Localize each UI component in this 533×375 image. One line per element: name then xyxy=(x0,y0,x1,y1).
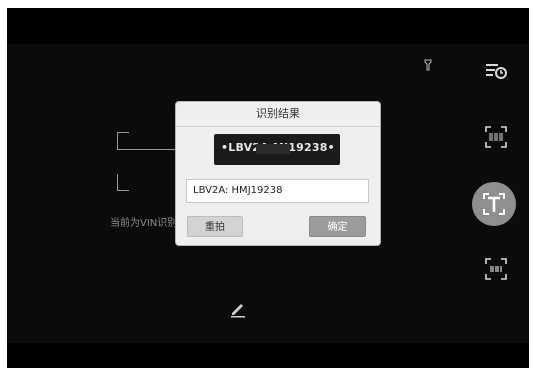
pencil-icon[interactable] xyxy=(229,300,247,318)
viewfinder-corner xyxy=(117,190,129,191)
viewfinder-corner xyxy=(117,174,118,190)
confirm-button[interactable]: 确定 xyxy=(309,216,366,237)
plate-redaction xyxy=(256,144,290,154)
flashlight-icon[interactable] xyxy=(422,59,434,71)
text-recognition-icon[interactable] xyxy=(470,180,518,228)
scan-mode-hint: 当前为VIN识别 xyxy=(110,218,178,229)
viewfinder-corner xyxy=(117,132,118,149)
status-bar xyxy=(7,8,529,44)
history-icon[interactable] xyxy=(483,58,509,84)
navigation-bar xyxy=(7,343,529,368)
device-screen: 当前为VIN识别 识别结果 •LBV2A MJ19238• LBV2A: HMJ… xyxy=(7,8,529,368)
recognition-result-dialog: 识别结果 •LBV2A MJ19238• LBV2A: HMJ19238 重拍 … xyxy=(176,102,380,245)
vin-field[interactable]: LBV2A: HMJ19238 xyxy=(186,179,369,203)
viewfinder-line xyxy=(117,149,179,150)
dialog-title: 识别结果 xyxy=(176,102,380,127)
retake-button[interactable]: 重拍 xyxy=(187,216,243,237)
barcode-scan-icon[interactable] xyxy=(483,124,509,150)
barcode-frame-icon[interactable] xyxy=(483,256,509,282)
plate-image: •LBV2A MJ19238• xyxy=(214,134,340,165)
viewfinder-corner xyxy=(117,132,129,133)
